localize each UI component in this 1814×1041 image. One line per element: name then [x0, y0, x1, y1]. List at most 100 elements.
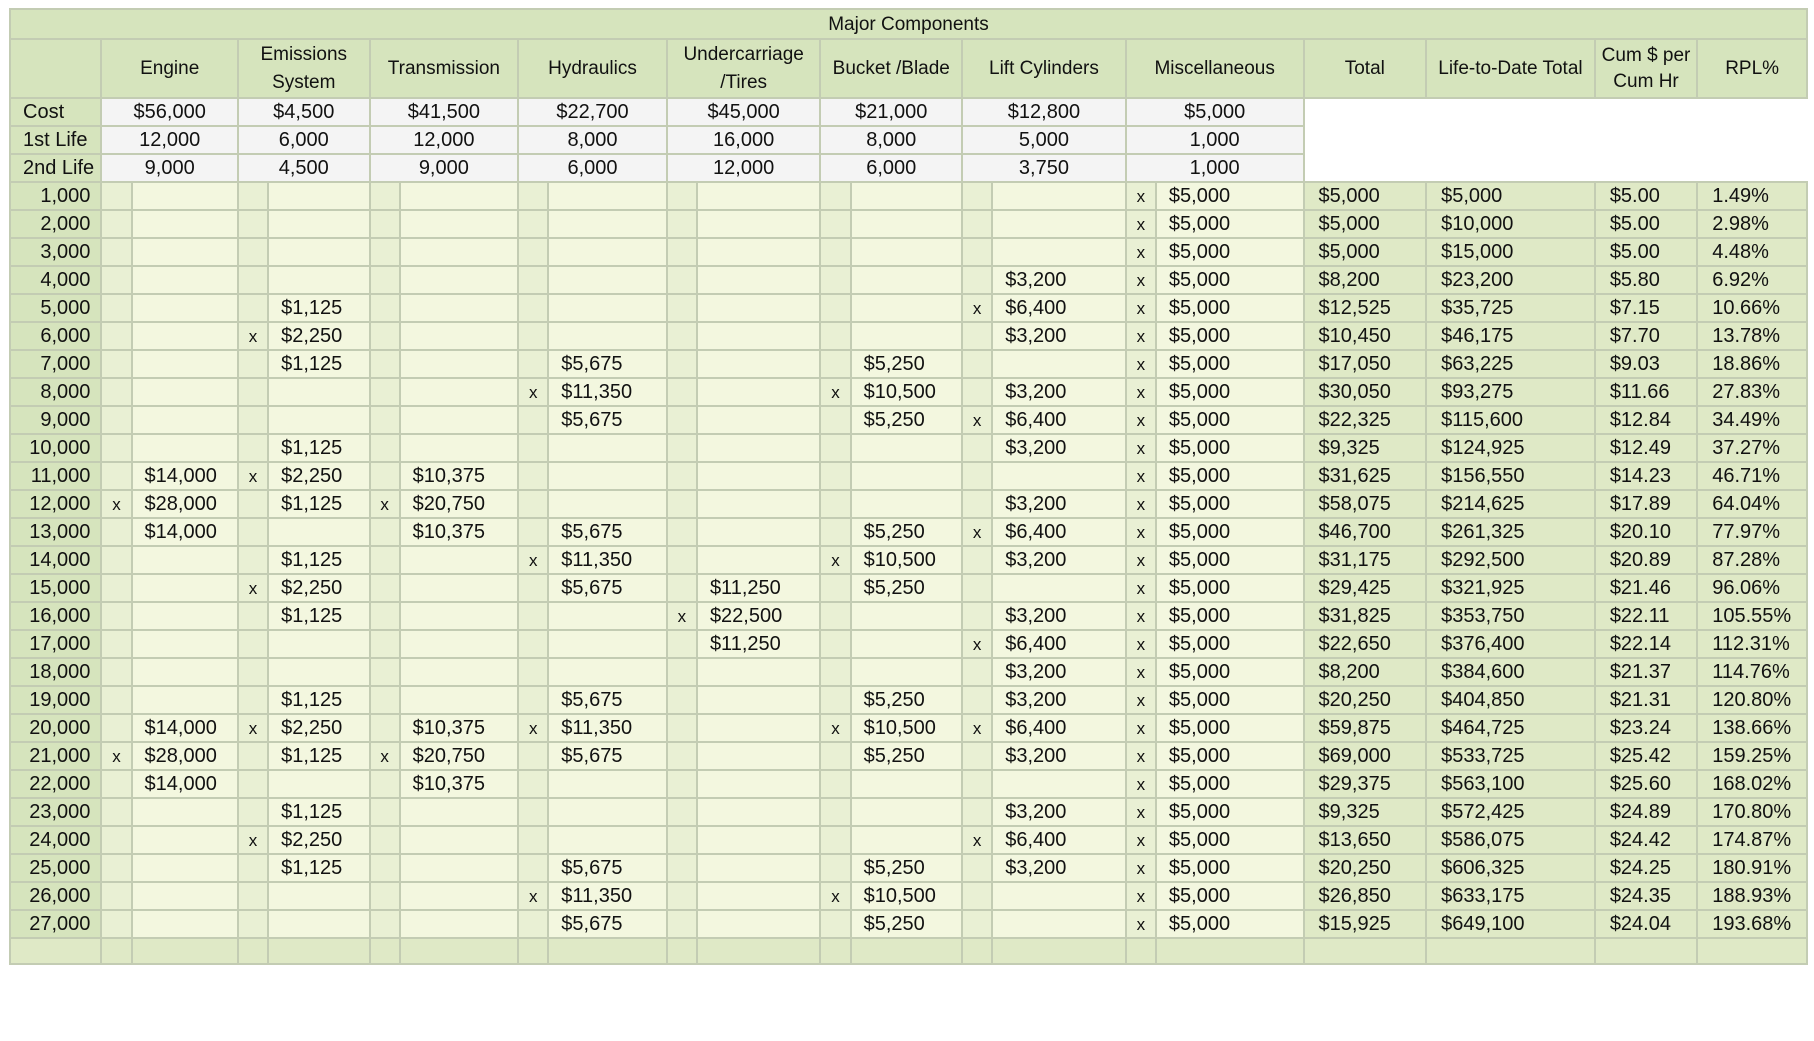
table-row: 9,000 $5,675 $5,250 x $6,400 x $5,000 $22,325 $1… [8, 405, 1808, 435]
replacement-mark: x [1124, 377, 1157, 407]
replacement-mark [368, 909, 401, 939]
replacement-mark: x [368, 741, 401, 771]
cost-cell: $5,000 [1154, 741, 1305, 771]
cost-cell: $14,000 [130, 713, 239, 743]
replacement-mark [961, 573, 994, 603]
cost-cell [695, 377, 822, 407]
rpl-cell: 112.31% [1696, 629, 1808, 659]
total-cell: $22,650 [1302, 629, 1428, 659]
table-row: 21,000 x $28,000 $1,125 x $20,750 $5,675 $5,250… [8, 741, 1808, 771]
replacement-mark [517, 209, 550, 239]
life-to-date-cell: $5,000 [1425, 181, 1596, 211]
life-to-date-cell: $93,275 [1425, 377, 1596, 407]
cost-cell: $5,250 [849, 685, 964, 715]
cost-cell [695, 461, 822, 491]
replacement-mark [665, 629, 698, 659]
cost-cell [849, 657, 964, 687]
cum-per-hr-cell: $20.10 [1593, 517, 1699, 547]
replacement-mark [517, 433, 550, 463]
hours-cell: 26,000 [8, 881, 103, 911]
replacement-mark [100, 545, 133, 575]
header-undercarriage-tires: Undercarriage /Tires [665, 38, 822, 99]
cost-cell [695, 405, 822, 435]
replacement-mark [665, 349, 698, 379]
cost-cell [130, 881, 239, 911]
footer-cell [267, 937, 371, 965]
replacement-mark [100, 209, 133, 239]
param-value: $5,000 [1124, 97, 1305, 127]
cost-cell: $2,250 [267, 321, 371, 351]
cost-cell: $1,125 [267, 349, 371, 379]
cost-cell: $5,250 [849, 853, 964, 883]
total-cell: $31,175 [1302, 545, 1428, 575]
cost-cell: $10,500 [849, 881, 964, 911]
replacement-mark: x [100, 489, 133, 519]
life-to-date-cell: $376,400 [1425, 629, 1596, 659]
cost-cell: $5,000 [1154, 293, 1305, 323]
cost-cell [991, 909, 1127, 939]
cost-cell [267, 769, 371, 799]
cost-cell: $3,200 [991, 433, 1127, 463]
cost-cell [547, 293, 668, 323]
life-to-date-cell: $63,225 [1425, 349, 1596, 379]
cost-cell [130, 209, 239, 239]
table-row: 27,000 $5,675 $5,250 x $5,000 $15,925 $649,100… [8, 909, 1808, 939]
param-value: 6,000 [236, 125, 371, 155]
cost-cell [398, 909, 520, 939]
param-label: 2nd Life [8, 153, 103, 183]
replacement-mark [517, 629, 550, 659]
cost-cell [991, 769, 1127, 799]
cost-cell [398, 825, 520, 855]
cost-cell: $5,000 [1154, 433, 1305, 463]
table-row: 20,000 $14,000 x $2,250 $10,375 x $11,350 x $10,… [8, 713, 1808, 743]
cost-cell [267, 181, 371, 211]
replacement-mark [961, 321, 994, 351]
replacement-mark [517, 769, 550, 799]
cost-cell [130, 797, 239, 827]
total-cell: $9,325 [1302, 797, 1428, 827]
cost-cell: $3,200 [991, 265, 1127, 295]
cost-cell [695, 265, 822, 295]
cost-cell [849, 601, 964, 631]
cost-cell [398, 573, 520, 603]
cost-cell: $5,250 [849, 741, 964, 771]
cum-per-hr-cell: $25.42 [1593, 741, 1699, 771]
cost-cell: $3,200 [991, 377, 1127, 407]
replacement-mark [961, 601, 994, 631]
cost-cell: $3,200 [991, 797, 1127, 827]
cost-cell: $14,000 [130, 517, 239, 547]
total-cell: $10,450 [1302, 321, 1428, 351]
cost-cell: $5,000 [1154, 769, 1305, 799]
footer-cell [991, 937, 1127, 965]
replacement-mark [236, 881, 270, 911]
replacement-mark [368, 209, 401, 239]
corner-cell [8, 38, 103, 99]
cost-cell [849, 321, 964, 351]
total-cell: $31,625 [1302, 461, 1428, 491]
cost-cell: $5,675 [547, 741, 668, 771]
table-row: 15,000 x $2,250 $5,675 $11,250 $5,250 x $5,000 $… [8, 573, 1808, 603]
cost-cell [398, 321, 520, 351]
replacement-mark [100, 461, 133, 491]
cost-cell: $5,000 [1154, 181, 1305, 211]
cost-cell: $11,350 [547, 545, 668, 575]
cost-cell [267, 517, 371, 547]
cost-cell: $2,250 [267, 461, 371, 491]
cost-cell: $14,000 [130, 769, 239, 799]
hours-cell: 11,000 [8, 461, 103, 491]
hours-cell: 20,000 [8, 713, 103, 743]
replacement-mark [236, 517, 270, 547]
replacement-mark [665, 433, 698, 463]
replacement-mark [368, 321, 401, 351]
cost-cell [547, 265, 668, 295]
replacement-mark: x [1124, 601, 1157, 631]
cum-per-hr-cell: $5.00 [1593, 237, 1699, 267]
replacement-mark [665, 517, 698, 547]
cost-cell: $5,000 [1154, 601, 1305, 631]
life-to-date-cell: $214,625 [1425, 489, 1596, 519]
cost-cell [695, 489, 822, 519]
replacement-mark: x [961, 293, 994, 323]
cost-cell [695, 321, 822, 351]
replacement-mark: x [1124, 321, 1157, 351]
replacement-mark [819, 321, 852, 351]
